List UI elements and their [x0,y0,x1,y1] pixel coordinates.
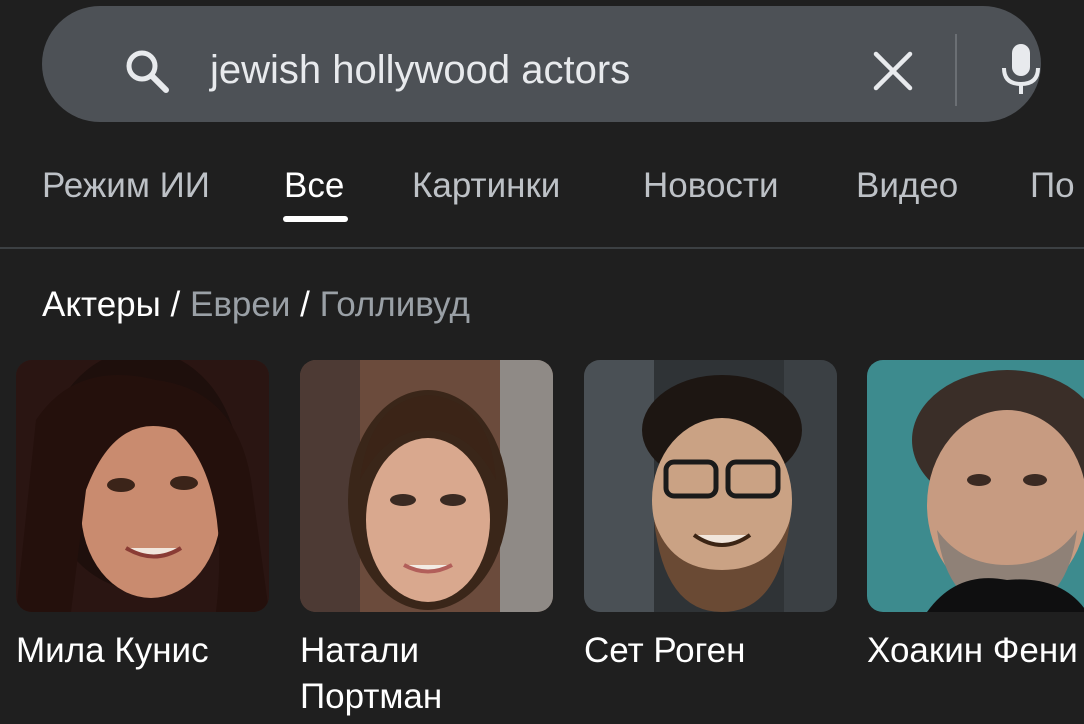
tab-more[interactable]: По [1030,164,1075,208]
person-name[interactable]: Мила Кунис [16,628,269,674]
breadcrumb-main: Актеры [42,285,161,324]
person-photo[interactable] [867,360,1084,612]
entity-card[interactable]: Хоакин Фени [867,360,1084,674]
search-tabs: Режим ИИ Все Картинки Новости Видео По [0,150,1084,248]
tabs-divider [0,247,1084,249]
entity-card[interactable]: Натали Портман [300,360,553,720]
tab-news[interactable]: Новости [643,164,779,208]
search-bar[interactable]: jewish hollywood actors [42,6,1041,122]
person-name[interactable]: Сет Роген [584,628,837,674]
breadcrumb-separator: / [160,285,190,324]
person-photo[interactable] [16,360,269,612]
tab-videos[interactable]: Видео [856,164,958,208]
person-name-line2[interactable]: Портман [300,674,553,720]
mic-icon[interactable] [998,42,1044,98]
tab-ai-mode[interactable]: Режим ИИ [42,164,210,208]
tab-images[interactable]: Картинки [412,164,560,208]
breadcrumb-link-jews[interactable]: Евреи [190,285,290,324]
tab-all[interactable]: Все [284,164,344,208]
entity-card[interactable]: Мила Кунис [16,360,269,674]
entity-card[interactable]: Сет Роген [584,360,837,674]
person-name[interactable]: Натали [300,628,553,674]
breadcrumb-separator: / [290,285,320,324]
person-photo[interactable] [584,360,837,612]
breadcrumb-link-hollywood[interactable]: Голливуд [320,285,470,324]
active-tab-indicator [283,216,348,222]
search-icon[interactable] [122,46,172,96]
search-results-page: jewish hollywood actors Режим ИИ Все Кар… [0,0,1084,724]
search-divider [955,34,957,106]
person-photo[interactable] [300,360,553,612]
clear-icon[interactable] [870,48,916,94]
person-name[interactable]: Хоакин Фени [867,628,1084,674]
breadcrumb: Актеры / Евреи / Голливуд [42,283,470,327]
search-input[interactable]: jewish hollywood actors [210,42,630,98]
